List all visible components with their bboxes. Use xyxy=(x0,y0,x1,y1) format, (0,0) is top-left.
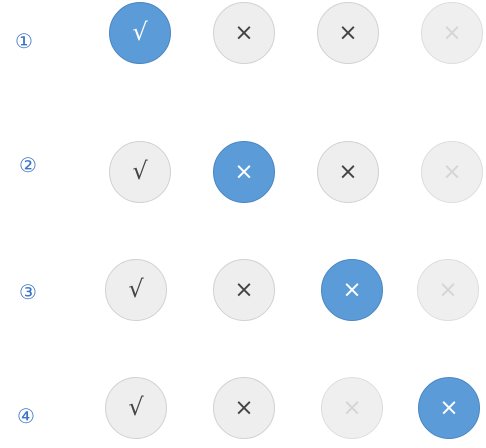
row-4-check-button[interactable]: √ xyxy=(105,377,167,439)
row-number-3: ③ xyxy=(19,280,37,304)
row-2-cross-button-1[interactable]: × xyxy=(213,141,275,203)
row-3-check-button[interactable]: √ xyxy=(105,259,167,321)
row-number-1: ① xyxy=(15,29,33,53)
row-3-cross-button-1[interactable]: × xyxy=(213,259,275,321)
close-icon: × xyxy=(234,276,254,303)
close-icon: × xyxy=(338,158,358,185)
row-1-cross-button-3[interactable]: × xyxy=(421,2,483,64)
check-icon: √ xyxy=(128,275,144,303)
row-3-cross-button-2[interactable]: × xyxy=(321,259,383,321)
close-icon: × xyxy=(438,276,458,303)
close-icon: × xyxy=(234,19,254,46)
close-icon: × xyxy=(442,158,462,185)
check-icon: √ xyxy=(132,18,148,46)
close-icon: × xyxy=(234,158,254,185)
row-number-4: ④ xyxy=(17,404,35,428)
row-4-cross-button-3[interactable]: × xyxy=(418,377,480,439)
close-icon: × xyxy=(439,394,459,421)
check-icon: √ xyxy=(132,157,148,185)
close-icon: × xyxy=(234,394,254,421)
row-2-check-button[interactable]: √ xyxy=(109,141,171,203)
close-icon: × xyxy=(342,394,362,421)
row-3-cross-button-3[interactable]: × xyxy=(417,259,479,321)
close-icon: × xyxy=(342,276,362,303)
close-icon: × xyxy=(442,19,462,46)
close-icon: × xyxy=(338,19,358,46)
row-2-cross-button-3[interactable]: × xyxy=(421,141,483,203)
row-1-cross-button-2[interactable]: × xyxy=(317,2,379,64)
check-icon: √ xyxy=(128,393,144,421)
row-4-cross-button-2[interactable]: × xyxy=(321,377,383,439)
row-4-cross-button-1[interactable]: × xyxy=(213,377,275,439)
row-1-cross-button-1[interactable]: × xyxy=(213,2,275,64)
row-1-check-button[interactable]: √ xyxy=(109,2,171,64)
row-2-cross-button-2[interactable]: × xyxy=(317,141,379,203)
row-number-2: ② xyxy=(19,153,37,177)
